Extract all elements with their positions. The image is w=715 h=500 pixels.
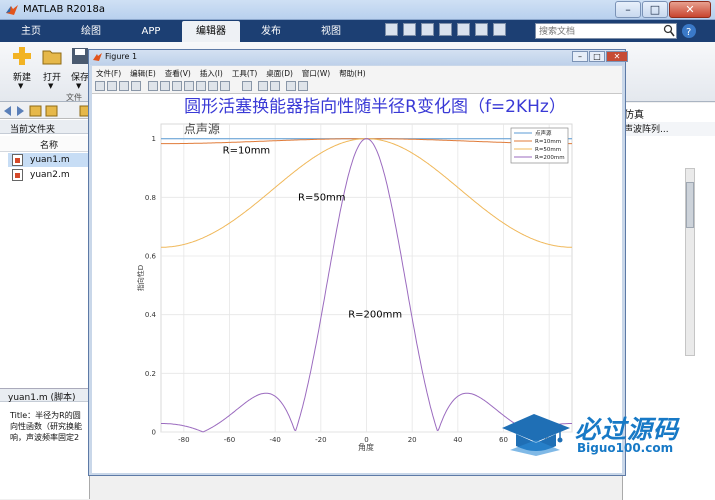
annotation-label: R=10mm: [223, 145, 271, 156]
x-tick-label: -60: [224, 436, 235, 444]
watermark-url: Biguo100.com: [577, 441, 674, 455]
legend-label: R=200mm: [535, 155, 565, 161]
y-tick-label: 0: [152, 429, 156, 437]
legend-label: 点声源: [535, 129, 552, 137]
annotation-label: R=200mm: [348, 310, 402, 321]
legend[interactable]: 点声源 R=10mm R=50mm R=200mm: [510, 127, 569, 164]
x-tick-label: 40: [453, 436, 462, 444]
y-tick-label: 0.8: [145, 194, 156, 202]
annotation-label: R=50mm: [298, 192, 346, 203]
y-tick-label: 0.6: [145, 253, 157, 261]
y-tick-label: 1: [152, 135, 156, 143]
x-tick-label: -20: [315, 436, 326, 444]
graduation-cap-icon: [502, 414, 570, 456]
x-tick-label: -80: [178, 436, 189, 444]
x-tick-label: 20: [408, 436, 417, 444]
chart-title: 圆形活塞换能器指向性随半径R变化图（f=2KHz）: [184, 97, 566, 117]
annotation-label: 点声源: [184, 122, 220, 136]
legend-label: R=10mm: [535, 139, 561, 145]
x-axis-label: 角度: [358, 442, 374, 452]
legend-label: R=50mm: [535, 147, 561, 153]
y-axis-label: 指向性D: [136, 265, 145, 291]
y-tick-label: 0.4: [145, 311, 157, 319]
x-tick-label: -40: [269, 436, 280, 444]
y-tick-label: 0.2: [145, 370, 156, 378]
